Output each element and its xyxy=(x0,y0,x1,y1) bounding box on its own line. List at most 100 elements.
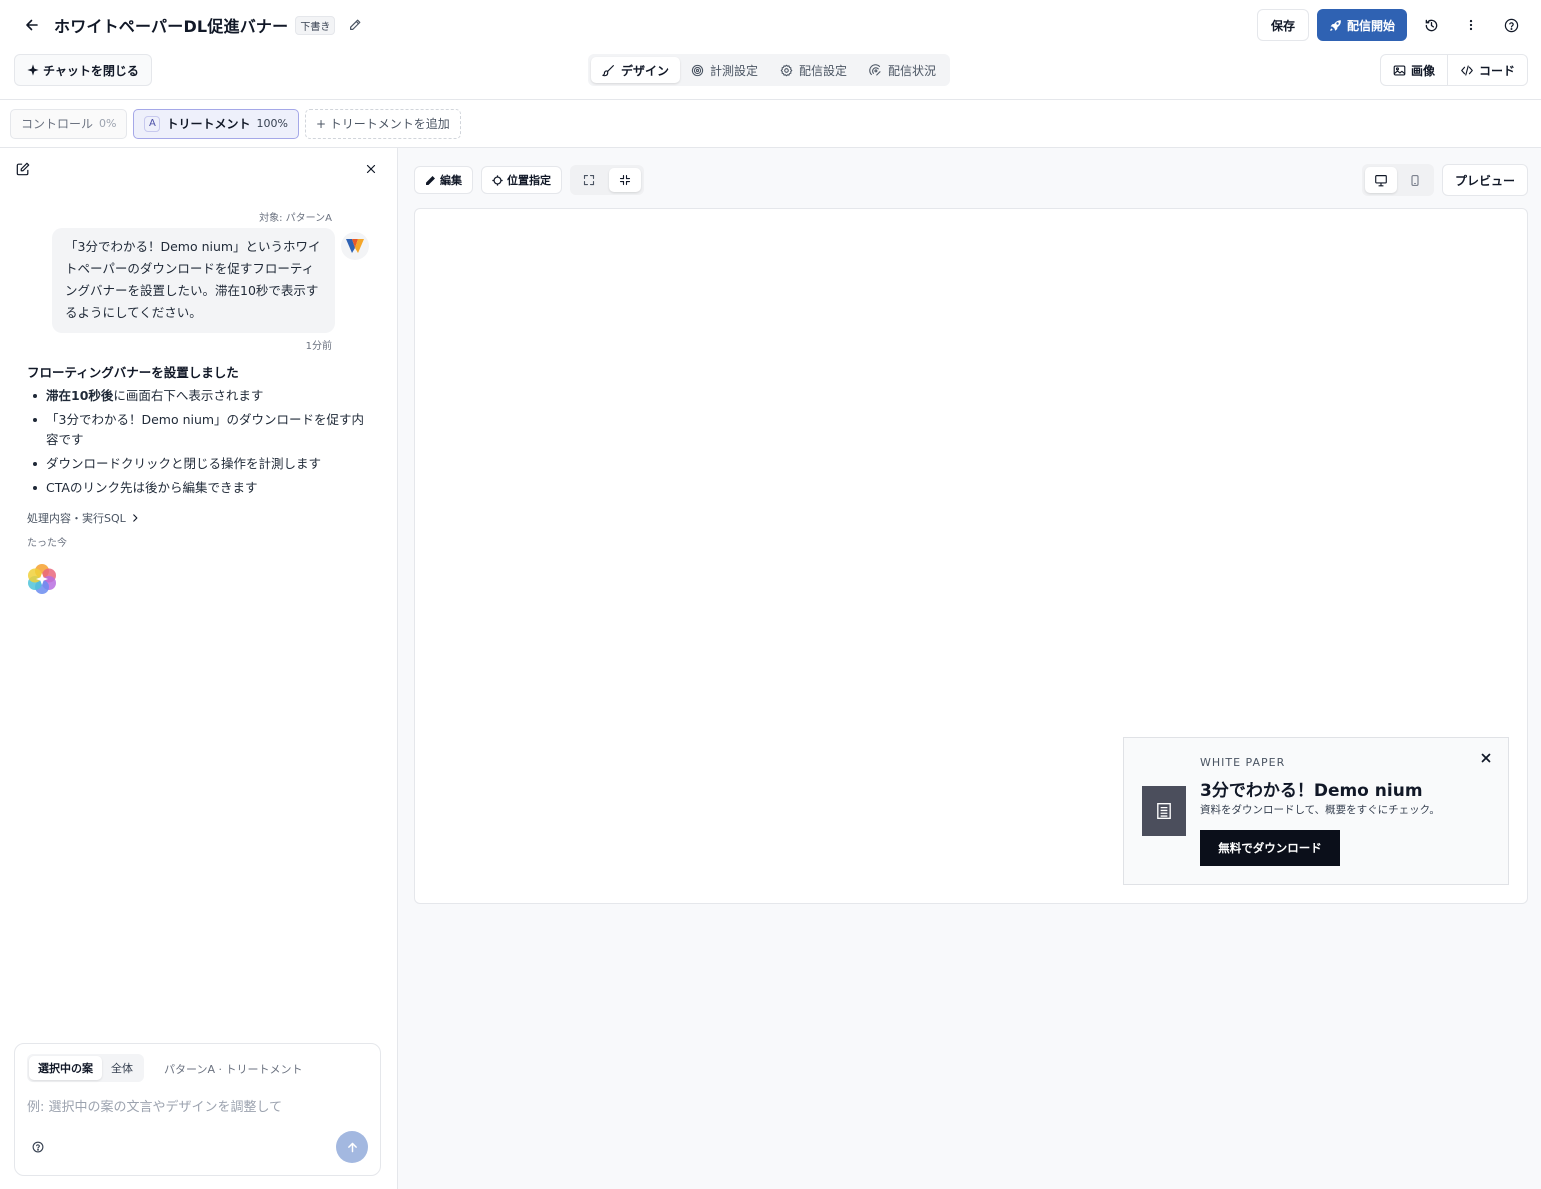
variant-name: コントロール xyxy=(21,117,94,131)
arrow-left-icon xyxy=(26,19,38,31)
ai-flower-icon xyxy=(28,564,56,594)
close-chat-label: チャットを閉じる xyxy=(43,63,139,78)
edit-title-button[interactable] xyxy=(343,13,367,37)
ai-response-list: 滞在10秒後に画面右下へ表示されます 「3分でわかる！Demo nium」のダウ… xyxy=(27,386,367,502)
expand-icon xyxy=(583,174,595,186)
user-message: 「3分でわかる！Demo nium」というホワイトペーパーのダウンロードを促すフ… xyxy=(52,228,335,333)
list-item: 滞在10秒後に画面右下へ表示されます xyxy=(27,386,367,406)
document-icon xyxy=(1142,786,1186,836)
close-chat-panel-button[interactable] xyxy=(364,162,378,176)
canvas-area: 編集 位置指定 プレビュー WHITE PAPER 3分でわかる！Demo ni… xyxy=(398,148,1541,1189)
collapse-button[interactable] xyxy=(609,168,641,192)
arrow-up-icon xyxy=(347,1142,357,1152)
list-item-text: に画面右下へ表示されます xyxy=(113,388,264,403)
floating-banner: WHITE PAPER 3分でわかる！Demo nium 資料をダウンロードして… xyxy=(1123,737,1509,885)
list-item: CTAのリンク先は後から編集できます xyxy=(27,478,367,498)
launch-button[interactable]: 配信開始 xyxy=(1316,9,1407,41)
variant-tabs: コントロール 0% A トリートメント 100% + トリートメントを追加 xyxy=(0,100,1541,148)
save-button[interactable]: 保存 xyxy=(1256,9,1309,41)
pencil-icon xyxy=(426,175,435,185)
chat-input[interactable] xyxy=(27,1096,367,1118)
brush-icon xyxy=(602,64,614,76)
preview-button[interactable]: プレビュー xyxy=(1442,164,1529,196)
tab-delivery-settings-label: 配信設定 xyxy=(799,63,848,78)
variant-tab-control[interactable]: コントロール 0% xyxy=(10,108,128,139)
page-title: ホワイトペーパーDL促進バナー xyxy=(54,17,289,36)
view-image-label: 画像 xyxy=(1410,63,1435,78)
process-details-link[interactable]: 処理内容・実行SQL xyxy=(27,510,140,526)
more-menu-button[interactable] xyxy=(1455,9,1487,41)
help-circle-icon xyxy=(1504,18,1518,32)
code-icon xyxy=(1461,64,1473,76)
mobile-view-button[interactable] xyxy=(1399,167,1431,193)
tab-delivery-status[interactable]: 配信状況 xyxy=(858,57,947,83)
user-message-time: 1分前 xyxy=(305,341,332,352)
tab-measurement-label: 計測設定 xyxy=(710,63,759,78)
new-chat-button[interactable] xyxy=(16,162,30,176)
position-button[interactable]: 位置指定 xyxy=(481,166,562,194)
chevron-right-icon xyxy=(132,514,138,522)
variant-percent: 0% xyxy=(99,117,117,130)
status-badge: 下書き xyxy=(295,15,336,35)
section-tabs: デザイン 計測設定 配信設定 配信状況 xyxy=(588,54,951,86)
add-variant-button[interactable]: + トリートメントを追加 xyxy=(304,108,461,139)
list-item-text: CTAのリンク先は後から編集できます xyxy=(46,480,258,495)
preview-stage: WHITE PAPER 3分でわかる！Demo nium 資料をダウンロードして… xyxy=(414,208,1528,904)
banner-download-button[interactable]: 無料でダウンロード xyxy=(1200,830,1340,866)
tab-delivery-settings[interactable]: 配信設定 xyxy=(769,57,858,83)
variant-percent: 100% xyxy=(256,117,288,130)
banner-eyebrow: WHITE PAPER xyxy=(1200,756,1286,769)
chat-panel: 対象: パターンA 「3分でわかる！Demo nium」というホワイトペーパーの… xyxy=(0,148,398,1189)
launch-label: 配信開始 xyxy=(1346,18,1395,33)
edit-mode-button[interactable]: 編集 xyxy=(414,166,473,194)
monitor-icon xyxy=(1375,174,1387,186)
tab-design[interactable]: デザイン xyxy=(591,57,681,83)
signal-icon xyxy=(869,63,881,75)
scope-selected-button[interactable]: 選択中の案 xyxy=(29,1056,102,1080)
back-button[interactable] xyxy=(16,9,48,41)
close-chat-button[interactable]: チャットを閉じる xyxy=(14,54,152,86)
close-icon xyxy=(366,164,376,174)
help-circle-icon xyxy=(32,1141,44,1153)
variant-name: トリートメント xyxy=(166,117,251,131)
variant-tab-treatment[interactable]: A トリートメント 100% xyxy=(133,108,299,139)
expand-button[interactable] xyxy=(573,168,605,192)
tab-delivery-status-label: 配信状況 xyxy=(888,63,937,78)
ai-response-heading: フローティングバナーを設置しました xyxy=(27,365,239,380)
close-icon xyxy=(1481,753,1491,763)
history-button[interactable] xyxy=(1415,9,1447,41)
chat-composer: 選択中の案 全体 パターンA · トリートメント xyxy=(14,1043,381,1176)
fullscreen-toggle xyxy=(570,165,644,195)
view-mode-toggle: 画像 コード xyxy=(1379,54,1528,86)
list-item: 「3分でわかる！Demo nium」のダウンロードを促す内容です xyxy=(27,410,367,450)
desktop-view-button[interactable] xyxy=(1365,167,1397,193)
message-target-label: 対象: パターンA xyxy=(259,213,332,224)
ai-message-time: たった今 xyxy=(27,538,67,549)
position-label: 位置指定 xyxy=(507,174,551,187)
tab-measurement[interactable]: 計測設定 xyxy=(680,57,769,83)
view-code-button[interactable]: コード xyxy=(1446,55,1527,85)
scope-toggle: 選択中の案 全体 xyxy=(27,1054,144,1082)
list-item: ダウンロードクリックと閉じる操作を計測します xyxy=(27,454,367,474)
help-button[interactable] xyxy=(1495,9,1527,41)
app-header: ホワイトペーパーDL促進バナー 下書き 保存 配信開始 xyxy=(0,0,1541,50)
smartphone-icon xyxy=(1411,174,1419,186)
rocket-icon xyxy=(1330,19,1341,31)
image-icon xyxy=(1393,64,1406,76)
banner-close-button[interactable] xyxy=(1479,751,1493,765)
pencil-icon xyxy=(350,19,361,30)
user-logo-icon xyxy=(346,239,364,253)
composer-help-button[interactable] xyxy=(32,1141,44,1153)
process-details-label: 処理内容・実行SQL xyxy=(27,512,126,525)
edit-square-icon xyxy=(16,162,30,176)
crosshair-icon xyxy=(492,174,503,186)
target-icon xyxy=(691,64,704,76)
list-item-text: 「3分でわかる！Demo nium」のダウンロードを促す内容です xyxy=(46,412,365,447)
more-vertical-icon xyxy=(1469,19,1473,31)
variant-letter-badge: A xyxy=(144,115,161,132)
edit-mode-label: 編集 xyxy=(440,174,462,187)
scope-all-button[interactable]: 全体 xyxy=(102,1056,142,1080)
ai-avatar xyxy=(26,563,58,595)
view-image-button[interactable]: 画像 xyxy=(1381,55,1447,85)
send-button[interactable] xyxy=(336,1131,368,1163)
